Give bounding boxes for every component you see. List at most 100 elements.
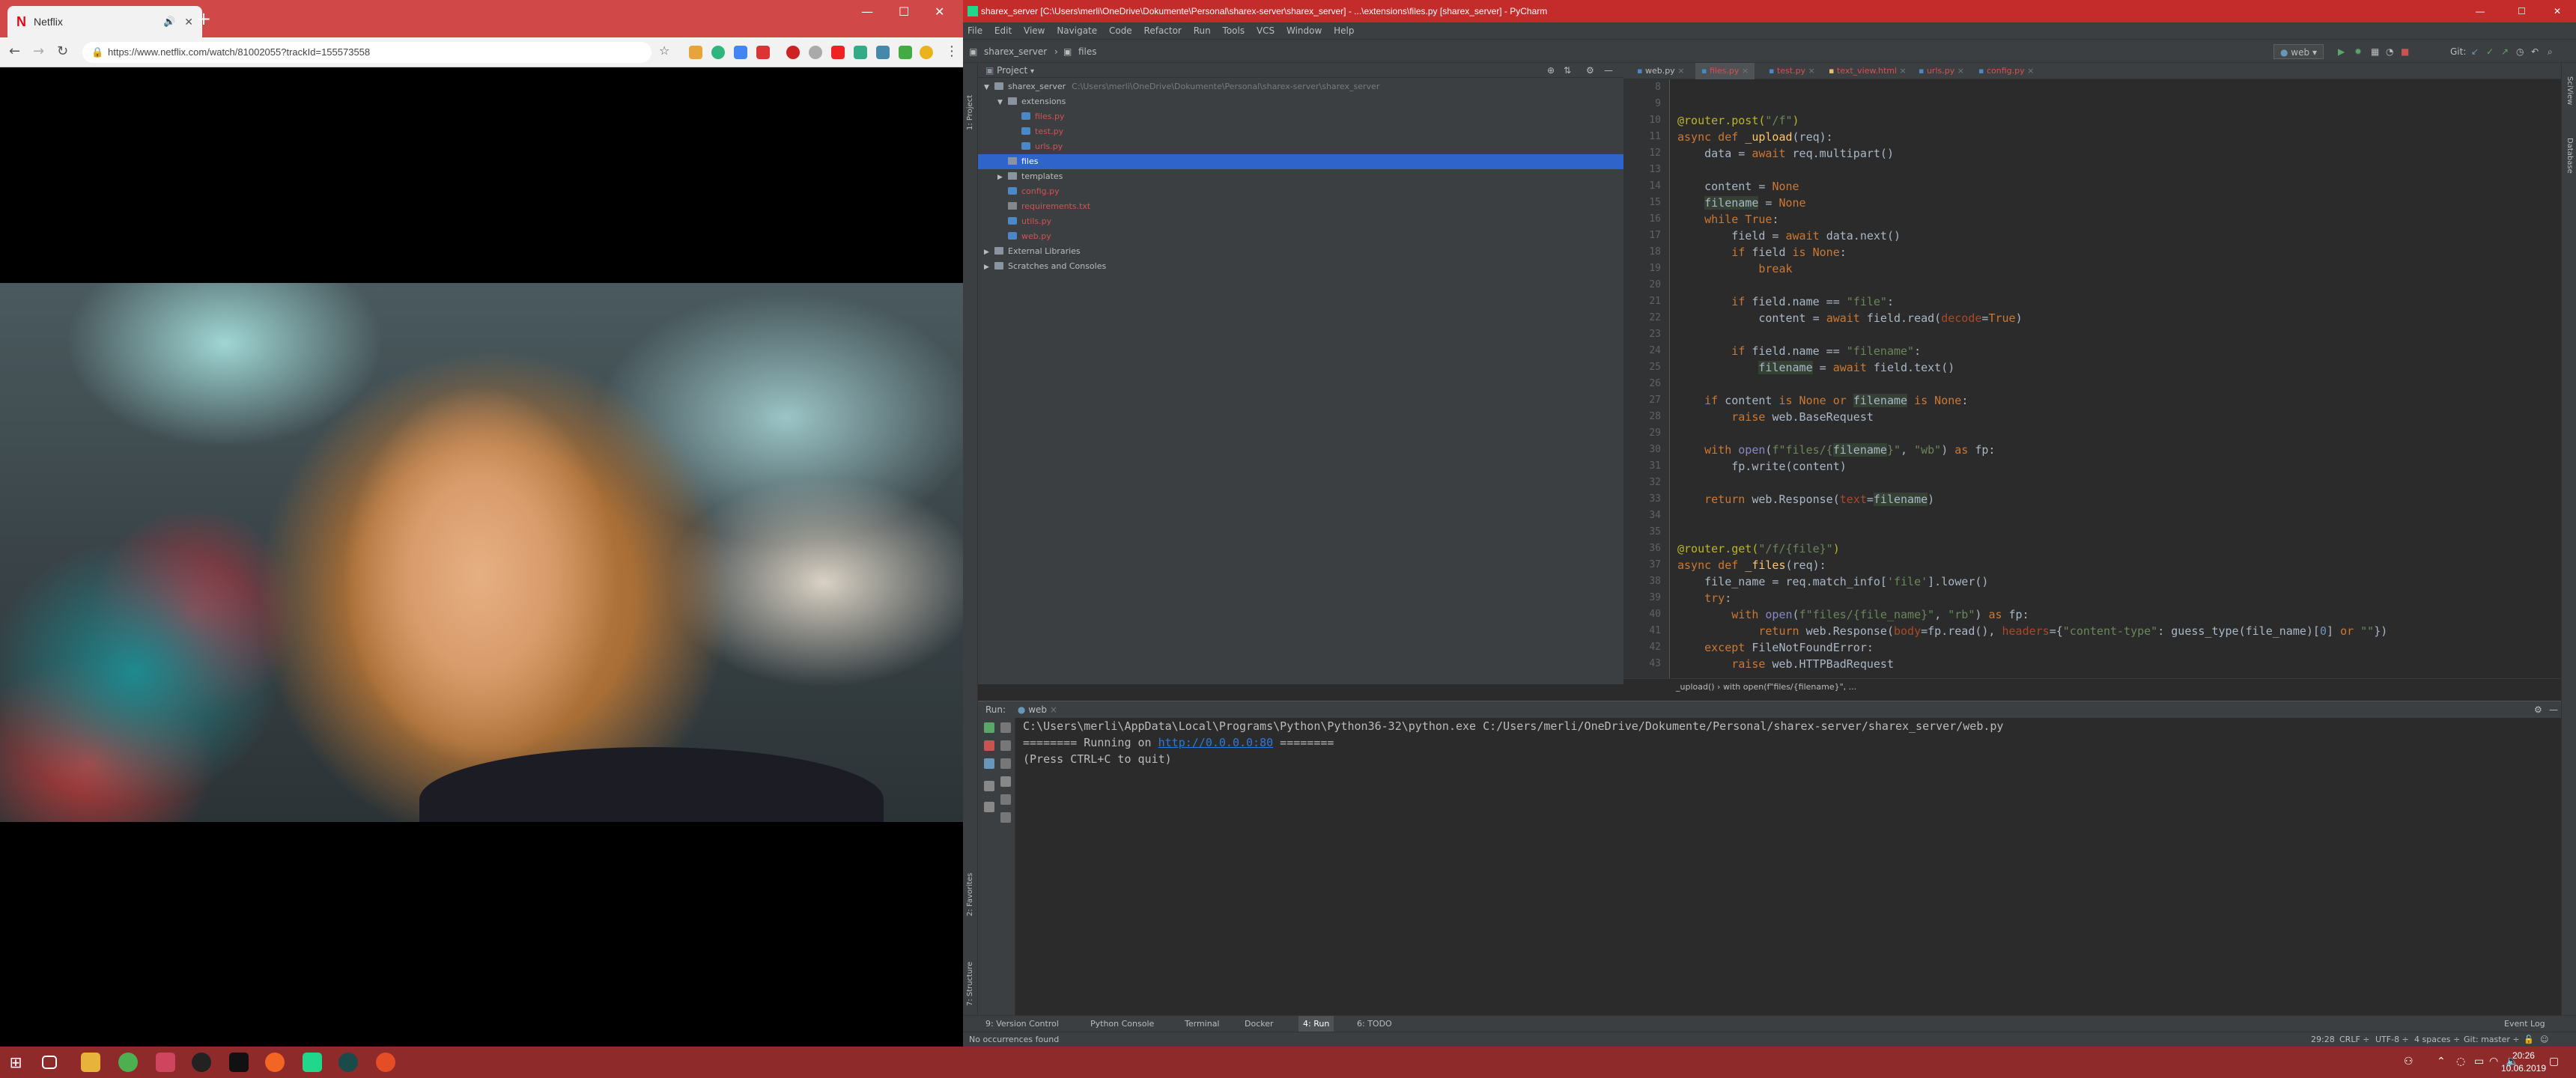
editor-tab-config-py[interactable]: ▪ config.py × (1972, 63, 2040, 79)
tree-item[interactable]: config.py (997, 184, 1060, 199)
extension-icon-9[interactable] (876, 46, 890, 59)
editor-tab-urls-py[interactable]: ▪ urls.py × (1913, 63, 1970, 79)
editor-tab-test-py[interactable]: ▪ test.py × (1763, 63, 1821, 79)
vcs-history-icon[interactable]: ◷ (2516, 40, 2524, 64)
print-icon[interactable] (1000, 794, 1011, 805)
tab-close-icon[interactable]: × (1808, 66, 1815, 76)
ide-close-button[interactable]: ✕ (2554, 0, 2561, 22)
file-explorer-icon[interactable] (81, 1053, 100, 1072)
menu-dots-icon[interactable]: ⋮ (945, 43, 959, 59)
stop-icon[interactable] (984, 740, 994, 751)
expand-arrow-icon[interactable]: ▼ (997, 95, 1008, 110)
tree-item[interactable]: files (978, 154, 1623, 169)
database-tool-button[interactable]: Database (2566, 138, 2574, 174)
tree-item[interactable]: ▶ Scratches and Consoles (984, 259, 1106, 274)
app-icon-teal[interactable] (338, 1053, 358, 1072)
vcs-push-icon[interactable]: ↗ (2501, 40, 2509, 64)
menu-help[interactable]: Help (1334, 25, 1354, 36)
extension-icon-10[interactable] (899, 46, 912, 59)
todo-tool-button[interactable]: 6: TODO (1357, 1016, 1392, 1032)
extension-icon-5[interactable] (786, 46, 800, 59)
wifi-icon[interactable]: ◠ (2489, 1056, 2498, 1068)
app-icon-orange[interactable] (265, 1053, 285, 1072)
tree-item[interactable]: ▶ templates (997, 169, 1063, 184)
extension-icon-4[interactable] (756, 46, 770, 59)
notifications-icon[interactable]: ▢ (2549, 1056, 2559, 1068)
extension-icon-3[interactable] (734, 46, 747, 59)
new-tab-button[interactable]: + (196, 7, 211, 30)
menu-window[interactable]: Window (1287, 25, 1322, 36)
ide-maximize-button[interactable]: ☐ (2518, 0, 2526, 22)
tree-item[interactable]: requirements.txt (997, 199, 1090, 214)
profile-icon[interactable]: ◔ (2386, 40, 2393, 64)
vcs-update-icon[interactable]: ↙ (2471, 40, 2479, 64)
console-output[interactable]: C:\Users\merli\AppData\Local\Programs\Py… (1023, 718, 2003, 767)
tab-close-icon[interactable]: × (1742, 66, 1749, 76)
tab-netflix[interactable]: N Netflix 🔊 ✕ (7, 6, 202, 37)
git-branch-select[interactable]: Git: master ÷ (2464, 1032, 2520, 1047)
collapse-arrow-icon[interactable]: ▶ (984, 260, 994, 275)
stop-icon[interactable]: ■ (2401, 40, 2409, 64)
firefox-icon[interactable] (376, 1053, 395, 1072)
nav-crumb-project[interactable]: sharex_server (984, 40, 1047, 64)
windows-start-icon[interactable]: ⊞ (6, 1053, 25, 1072)
server-url-link[interactable]: http://0.0.0.0:80 (1158, 736, 1274, 749)
version-control-tool-button[interactable]: 9: Version Control (985, 1016, 1059, 1032)
extension-icon-1[interactable] (689, 46, 702, 59)
battery-icon[interactable]: ▭ (2474, 1056, 2484, 1068)
tree-item[interactable]: urls.py (1011, 139, 1063, 154)
python-console-tool-button[interactable]: Python Console (1090, 1016, 1154, 1032)
terminal-icon[interactable] (229, 1053, 249, 1072)
tray-chevron-icon[interactable]: ⌃ (2437, 1056, 2446, 1068)
sciview-tool-button[interactable]: SciView (2566, 76, 2574, 105)
tab-close-icon[interactable]: × (1900, 66, 1907, 76)
menu-code[interactable]: Code (1109, 25, 1132, 36)
tree-item[interactable]: utils.py (997, 214, 1051, 229)
tab-close-icon[interactable]: ✕ (184, 16, 193, 28)
expand-arrow-icon[interactable]: ▼ (984, 80, 994, 95)
rerun-icon[interactable] (984, 722, 994, 733)
inspector-icon[interactable]: ☺ (2540, 1032, 2548, 1047)
tree-item[interactable]: ▼ sharex_server C:\Users\merli\OneDrive\Do… (984, 79, 1379, 94)
scroll-up-icon[interactable] (1000, 722, 1011, 733)
tab-close-icon[interactable]: × (1957, 66, 1964, 76)
project-tool-button[interactable]: 1: Project (966, 95, 974, 130)
minimize-button[interactable]: — (861, 4, 873, 19)
tray-app-icon[interactable]: ◌ (2456, 1056, 2465, 1068)
extension-icon-6[interactable] (809, 46, 822, 59)
scroll-down-icon[interactable] (1000, 740, 1011, 751)
profile-avatar[interactable] (920, 46, 933, 59)
system-clock[interactable]: 20:26 10.06.2019 (2501, 1050, 2546, 1075)
editor-tab-web-py[interactable]: ▪ web.py × (1631, 63, 1690, 79)
menu-run[interactable]: Run (1194, 25, 1211, 36)
debug-icon[interactable]: ✹ (2354, 40, 2362, 64)
editor-tab-files-py[interactable]: ▪ files.py × (1695, 63, 1755, 79)
tree-item[interactable]: test.py (1011, 124, 1063, 139)
favorites-tool-button[interactable]: 2: Favorites (966, 873, 974, 916)
project-view-select[interactable]: Project (997, 65, 1027, 76)
coverage-icon[interactable]: ▦ (2371, 40, 2379, 64)
editor-tab-text-view-html[interactable]: ▪ text_view.html × (1823, 63, 1913, 79)
forward-icon[interactable]: → (33, 43, 44, 59)
docker-tool-button[interactable]: Docker (1245, 1016, 1274, 1032)
close-button[interactable]: ✕ (935, 4, 944, 19)
indent-select[interactable]: 4 spaces ÷ (2414, 1032, 2460, 1047)
run-tool-button[interactable]: 4: Run (1298, 1016, 1334, 1032)
reload-icon[interactable]: ↻ (57, 43, 68, 59)
chrome-icon[interactable] (118, 1053, 138, 1072)
menu-view[interactable]: View (1024, 25, 1045, 36)
pause-icon[interactable] (984, 758, 994, 769)
nav-crumb-files[interactable]: files (1078, 40, 1097, 64)
run-config-tab[interactable]: ● web × (1018, 704, 1057, 715)
caret-position[interactable]: 29:28 (2311, 1032, 2335, 1047)
tab-close-icon[interactable]: × (1677, 66, 1684, 76)
soft-wrap-icon[interactable] (1000, 758, 1011, 769)
obs-icon[interactable] (192, 1053, 211, 1072)
scroll-to-end-icon[interactable] (1000, 776, 1011, 787)
ide-minimize-button[interactable]: — (2476, 0, 2485, 22)
structure-tool-button[interactable]: 7: Structure (966, 962, 974, 1006)
settings-gear-icon[interactable]: ⚙ (1586, 63, 1594, 78)
speaker-icon[interactable]: 🔊 (163, 16, 175, 28)
menu-file[interactable]: File (967, 25, 982, 36)
code-editor[interactable]: @router.post("/f") async def _upload(req… (1670, 79, 2561, 678)
